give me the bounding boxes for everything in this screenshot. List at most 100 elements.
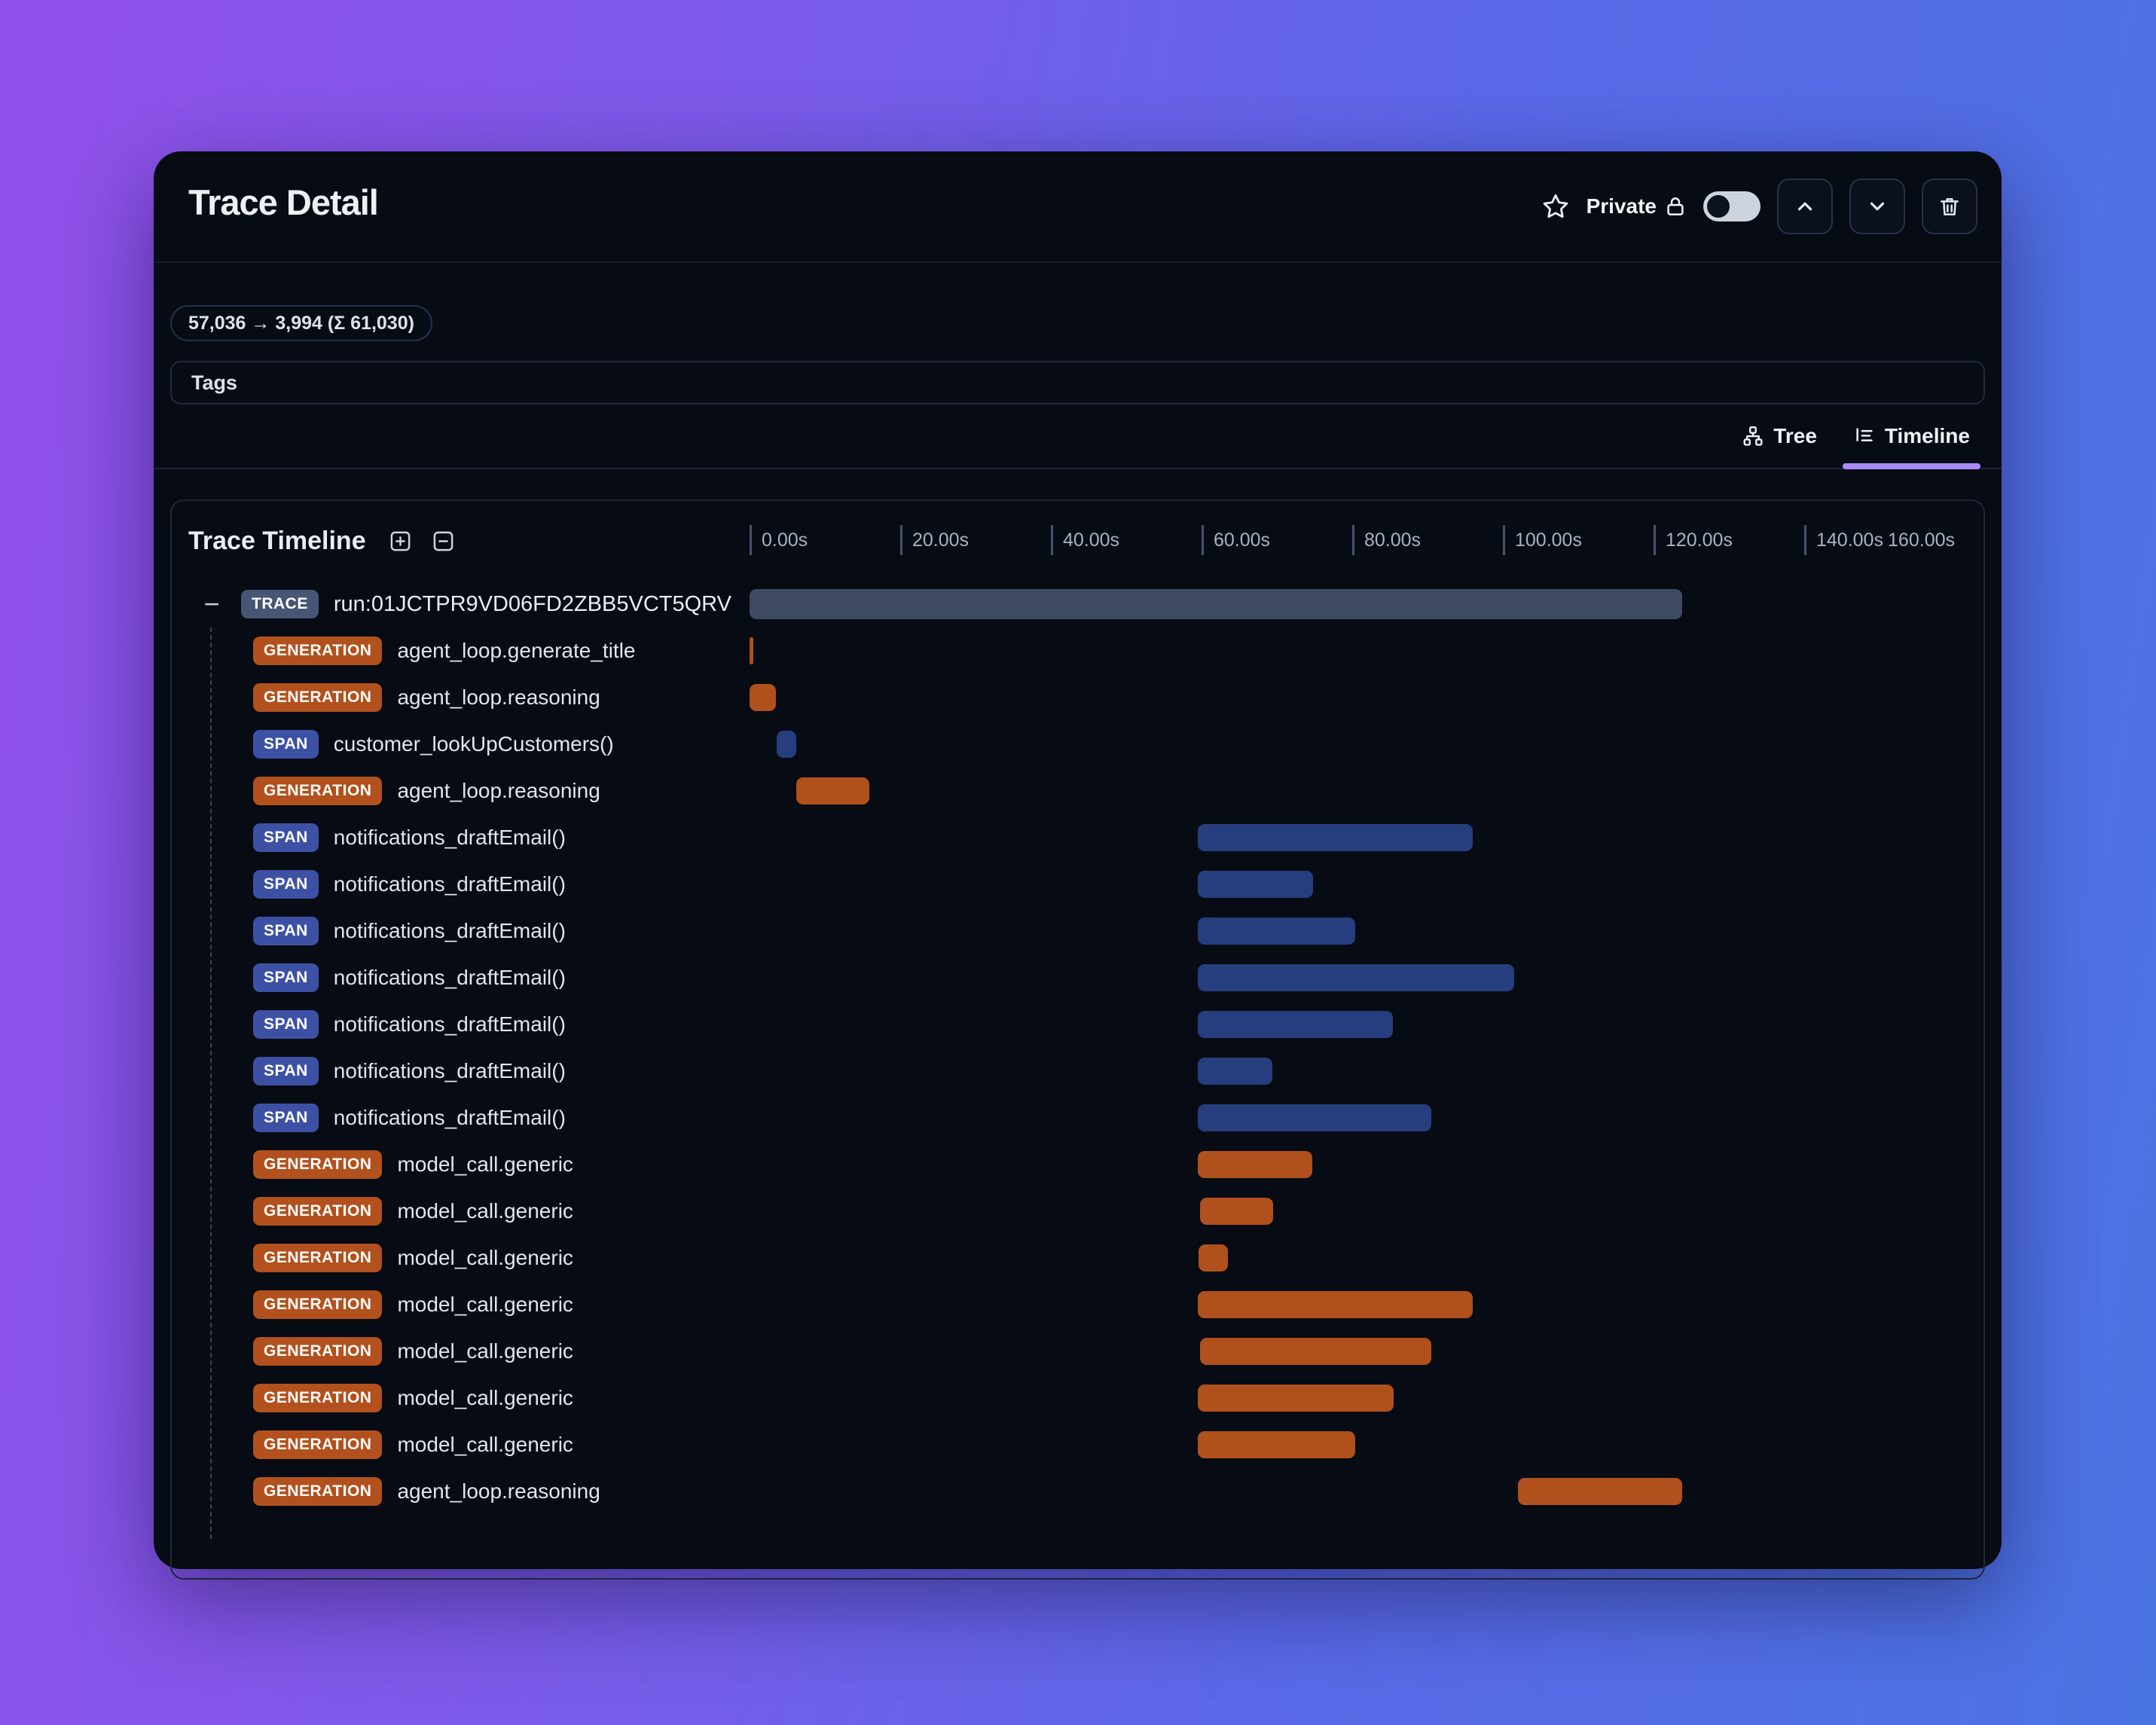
- span-duration-bar[interactable]: [1198, 917, 1355, 945]
- observation-name: model_call.generic: [397, 1153, 573, 1176]
- observation-name: model_call.generic: [397, 1293, 573, 1316]
- span-type-badge: SPAN: [253, 870, 319, 899]
- trace-type-badge: TRACE: [241, 590, 319, 618]
- axis-tick-label: 160.00s: [1888, 530, 1955, 551]
- collapse-toggle[interactable]: −: [199, 591, 224, 618]
- axis-tick: [1051, 525, 1053, 555]
- observation-name: model_call.generic: [397, 1433, 573, 1456]
- generation-duration-bar[interactable]: [1198, 1151, 1312, 1178]
- collapse-all-button[interactable]: [432, 530, 455, 553]
- generation-duration-bar[interactable]: [750, 684, 776, 711]
- axis-tick-label: 0.00s: [762, 530, 808, 551]
- header-divider: [154, 261, 2002, 263]
- trash-icon: [1938, 194, 1962, 218]
- timeline-row[interactable]: GENERATION agent_loop.generate_title: [172, 627, 1983, 674]
- timeline-row[interactable]: GENERATION model_call.generic: [172, 1188, 1983, 1235]
- timeline-row[interactable]: SPAN notifications_draftEmail(): [172, 908, 1983, 954]
- active-tab-underline: [1842, 463, 1980, 469]
- generation-type-badge: GENERATION: [253, 777, 383, 805]
- generation-duration-bar[interactable]: [1199, 1244, 1228, 1272]
- observation-name: notifications_draftEmail(): [333, 1106, 566, 1129]
- timeline-row[interactable]: GENERATION model_call.generic: [172, 1281, 1983, 1328]
- generation-duration-bar[interactable]: [1200, 1338, 1431, 1365]
- generation-type-badge: GENERATION: [253, 1150, 383, 1179]
- span-type-badge: SPAN: [253, 1057, 319, 1085]
- timeline-row[interactable]: SPAN customer_lookUpCustomers(): [172, 721, 1983, 768]
- timeline-row[interactable]: GENERATION model_call.generic: [172, 1375, 1983, 1421]
- axis-tick: [900, 525, 902, 555]
- span-duration-bar[interactable]: [1198, 1104, 1431, 1131]
- generation-duration-bar[interactable]: [1200, 1198, 1273, 1225]
- lock-icon: [1664, 195, 1687, 218]
- generation-type-badge: GENERATION: [253, 1290, 383, 1319]
- expand-all-button[interactable]: [389, 530, 412, 553]
- generation-type-badge: GENERATION: [253, 1337, 383, 1366]
- axis-tick-label: 80.00s: [1364, 530, 1422, 551]
- timeline-row[interactable]: SPAN notifications_draftEmail(): [172, 861, 1983, 908]
- timeline-row[interactable]: SPAN notifications_draftEmail(): [172, 954, 1983, 1001]
- timeline-row[interactable]: GENERATION agent_loop.reasoning: [172, 1468, 1983, 1515]
- span-duration-bar[interactable]: [1198, 964, 1514, 991]
- star-icon[interactable]: [1541, 192, 1570, 221]
- generation-duration-bar[interactable]: [1198, 1431, 1355, 1458]
- observation-name: agent_loop.reasoning: [397, 685, 600, 709]
- nav-down-button[interactable]: [1849, 179, 1905, 234]
- tags-input[interactable]: Tags: [170, 361, 1985, 405]
- nav-up-button[interactable]: [1777, 179, 1833, 234]
- generation-type-badge: GENERATION: [253, 1477, 383, 1506]
- timeline-row[interactable]: GENERATION model_call.generic: [172, 1235, 1983, 1281]
- privacy-status: Private: [1586, 194, 1687, 218]
- trace-detail-window: Trace Detail Private 57,036 → 3,994 (Σ 6…: [154, 151, 2002, 1580]
- span-type-badge: SPAN: [253, 963, 319, 992]
- span-type-badge: SPAN: [253, 1104, 319, 1132]
- timeline-row[interactable]: SPAN notifications_draftEmail(): [172, 1095, 1983, 1141]
- chevron-up-icon: [1794, 195, 1816, 218]
- observation-name: agent_loop.generate_title: [397, 639, 636, 662]
- generation-duration-bar[interactable]: [796, 777, 869, 804]
- timeline-row[interactable]: SPAN notifications_draftEmail(): [172, 814, 1983, 861]
- observation-name: notifications_draftEmail(): [333, 1012, 566, 1036]
- timeline-row[interactable]: GENERATION model_call.generic: [172, 1421, 1983, 1468]
- axis-tick: [1503, 525, 1505, 555]
- generation-type-badge: GENERATION: [253, 1197, 383, 1226]
- span-duration-bar[interactable]: [1198, 1058, 1272, 1085]
- observation-name: agent_loop.reasoning: [397, 779, 600, 802]
- generation-type-badge: GENERATION: [253, 1384, 383, 1412]
- timeline-row[interactable]: SPAN notifications_draftEmail(): [172, 1048, 1983, 1095]
- generation-duration-bar[interactable]: [750, 637, 753, 664]
- generation-duration-bar[interactable]: [1518, 1478, 1682, 1505]
- timeline-row[interactable]: SPAN notifications_draftEmail(): [172, 1001, 1983, 1048]
- timeline-rows: − TRACE run:01JCTPR9VD06FD2ZBB5VCT5QRV GENE…: [172, 581, 1983, 1539]
- observation-name: model_call.generic: [397, 1339, 573, 1363]
- timeline-row[interactable]: GENERATION agent_loop.reasoning: [172, 768, 1983, 814]
- timeline-row[interactable]: GENERATION model_call.generic: [172, 1141, 1983, 1188]
- span-type-badge: SPAN: [253, 730, 319, 759]
- observation-name: run:01JCTPR9VD06FD2ZBB5VCT5QRV: [333, 591, 731, 616]
- minus-square-icon: [432, 530, 455, 553]
- span-duration-bar[interactable]: [1198, 1011, 1393, 1038]
- timeline-row[interactable]: − TRACE run:01JCTPR9VD06FD2ZBB5VCT5QRV: [172, 581, 1983, 627]
- observation-name: notifications_draftEmail(): [333, 919, 566, 942]
- trace-timeline-header: Trace Timeline 0.00s 20.00s 40.00s 60.00…: [172, 501, 1983, 581]
- axis-tick: [1352, 525, 1354, 555]
- span-type-badge: SPAN: [253, 1010, 319, 1039]
- plus-square-icon: [389, 530, 412, 553]
- tab-timeline[interactable]: Timeline: [1838, 405, 1985, 469]
- span-duration-bar[interactable]: [1198, 824, 1473, 851]
- tab-tree[interactable]: Tree: [1727, 405, 1832, 468]
- tab-tree-label: Tree: [1773, 424, 1817, 447]
- axis-tick-label: 140.00s: [1816, 530, 1883, 551]
- timeline-row[interactable]: GENERATION model_call.generic: [172, 1328, 1983, 1375]
- observation-name: notifications_draftEmail(): [333, 872, 566, 896]
- tab-timeline-label: Timeline: [1884, 424, 1970, 447]
- trace-duration-bar[interactable]: [750, 589, 1682, 619]
- timeline-row[interactable]: GENERATION agent_loop.reasoning: [172, 674, 1983, 721]
- public-toggle[interactable]: [1703, 191, 1761, 221]
- delete-button[interactable]: [1922, 179, 1977, 234]
- span-duration-bar[interactable]: [777, 731, 796, 758]
- generation-duration-bar[interactable]: [1198, 1291, 1473, 1318]
- generation-duration-bar[interactable]: [1198, 1385, 1394, 1412]
- generation-type-badge: GENERATION: [253, 1430, 383, 1459]
- generation-type-badge: GENERATION: [253, 637, 383, 665]
- span-duration-bar[interactable]: [1198, 871, 1313, 898]
